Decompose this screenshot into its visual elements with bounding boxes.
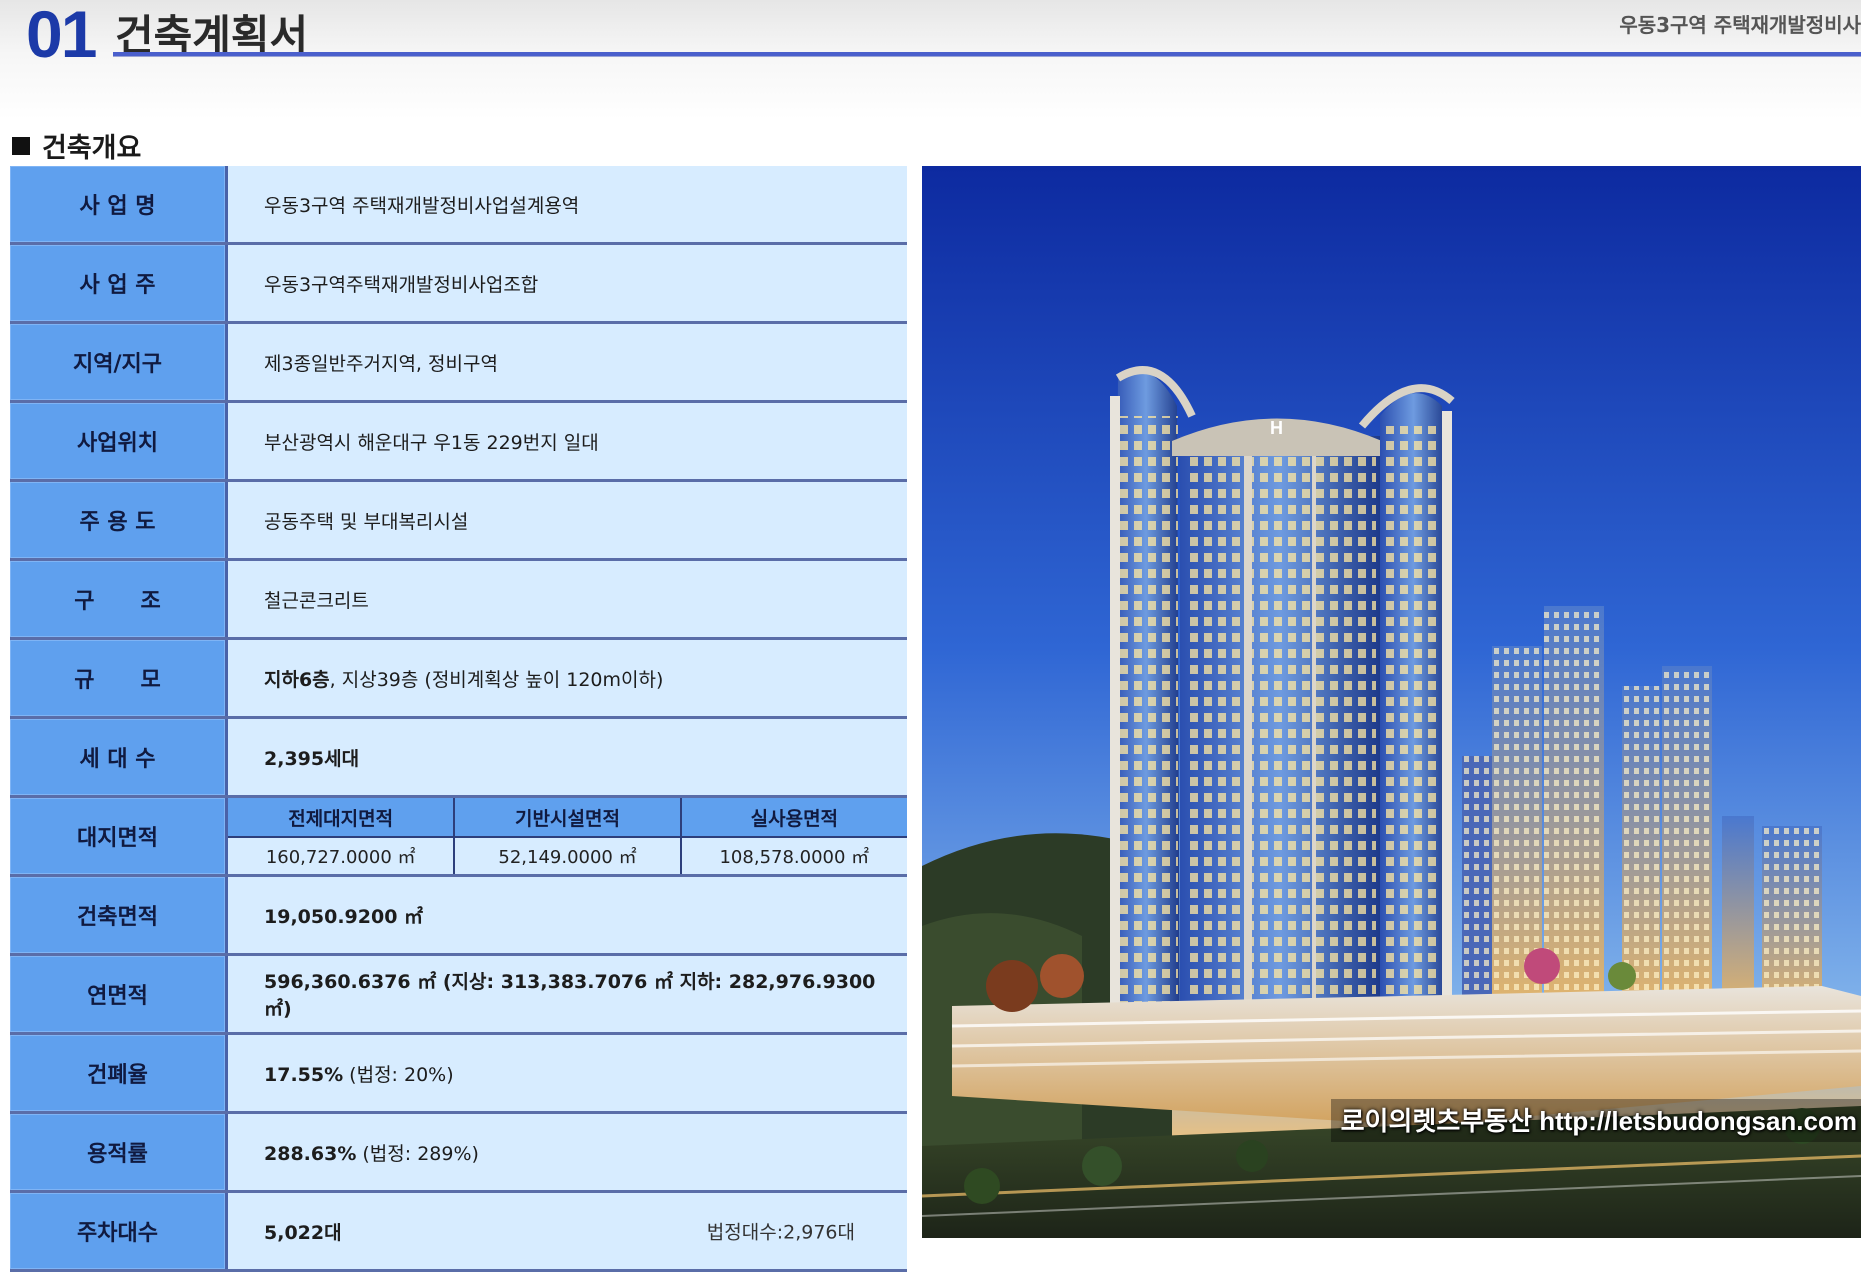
watermark-text: 로이의렛츠부동산 http://letsbudongsan.com: [1330, 1099, 1861, 1142]
table-row: 규 모 지하6층, 지상39층 (정비계획상 높이 120m이하): [10, 638, 907, 719]
table-row: 주차대수 5,022대 법정대수:2,976대: [10, 1191, 907, 1272]
project-name-header: 우동3구역 주택재개발정비사: [1619, 13, 1861, 37]
building-illustration: H: [922, 166, 1861, 1238]
legal-parking-note: 법정대수:2,976대: [706, 1221, 855, 1244]
site-area-row: 대지면적 전제대지면적 기반시설면적 실사용면적 160,727.0000 ㎡ …: [10, 796, 907, 877]
row-label: 용적률: [10, 1112, 228, 1193]
row-value-bold: 5,022대: [264, 1221, 342, 1244]
section-heading-text: 건축개요: [42, 133, 142, 164]
row-value-bold: 지하6층: [264, 668, 330, 691]
row-value: 5,022대 법정대수:2,976대: [226, 1191, 907, 1272]
building-sign: H: [1270, 418, 1283, 438]
row-label: 대지면적: [10, 796, 228, 877]
row-value-rest: (법정: 289%): [356, 1142, 479, 1165]
site-area-subtable: 전제대지면적 기반시설면적 실사용면적 160,727.0000 ㎡ 52,14…: [228, 798, 907, 874]
table-row: 주 용 도 공동주택 및 부대복리시설: [10, 480, 907, 561]
row-value: 288.63% (법정: 289%): [226, 1112, 907, 1193]
subtable-header: 전제대지면적: [228, 798, 456, 838]
row-value: 17.55% (법정: 20%): [226, 1033, 907, 1114]
building-rendering-photo: H: [922, 166, 1861, 1238]
subtable-value: 160,727.0000 ㎡: [228, 837, 456, 874]
subtable-header: 실사용면적: [680, 798, 907, 838]
table-row: 건폐율 17.55% (법정: 20%): [10, 1033, 907, 1114]
row-value-bold: 288.63%: [264, 1142, 357, 1165]
table-row: 구 조 철근콘크리트: [10, 559, 907, 640]
row-value-bold: 596,360.6376 ㎡ (지상: 313,383.7076 ㎡ 지하: 2…: [264, 971, 876, 1020]
row-value: 공동주택 및 부대복리시설: [226, 480, 907, 561]
overview-table: 사 업 명 우동3구역 주택재개발정비사업설계용역 사 업 주 우동3구역주택재…: [10, 166, 907, 1272]
row-value: 철근콘크리트: [226, 559, 907, 640]
title-divider: [113, 52, 1861, 57]
row-label: 사 업 명: [10, 166, 228, 245]
square-bullet-icon: [12, 136, 30, 155]
subtable-header: 기반시설면적: [454, 798, 682, 838]
table-row: 세 대 수 2,395세대: [10, 717, 907, 798]
table-row: 건축면적 19,050.9200 ㎡: [10, 875, 907, 956]
table-row: 용적률 288.63% (법정: 289%): [10, 1112, 907, 1193]
row-value: 19,050.9200 ㎡: [226, 875, 907, 956]
row-label: 규 모: [10, 638, 228, 719]
table-row: 사 업 명 우동3구역 주택재개발정비사업설계용역: [10, 166, 907, 245]
row-label: 건축면적: [10, 875, 228, 956]
row-label: 사 업 주: [10, 243, 228, 324]
row-label: 사업위치: [10, 401, 228, 482]
subtable-value: 108,578.0000 ㎡: [680, 837, 907, 874]
row-value-bold: 19,050.9200 ㎡: [264, 905, 424, 928]
site-area-cell: 전제대지면적 기반시설면적 실사용면적 160,727.0000 ㎡ 52,14…: [226, 796, 907, 877]
table-row: 지역/지구 제3종일반주거지역, 정비구역: [10, 322, 907, 403]
row-value: 지하6층, 지상39층 (정비계획상 높이 120m이하): [226, 638, 907, 719]
subtable-value: 52,149.0000 ㎡: [454, 837, 682, 874]
row-label: 주 용 도: [10, 480, 228, 561]
row-label: 세 대 수: [10, 717, 228, 798]
row-value-rest: , 지상39층 (정비계획상 높이 120m이하): [329, 668, 664, 691]
row-value-bold: 17.55%: [264, 1063, 344, 1086]
row-label: 건폐율: [10, 1033, 228, 1114]
row-label: 연면적: [10, 954, 228, 1035]
row-value-rest: (법정: 20%): [343, 1063, 454, 1086]
row-value: 우동3구역주택재개발정비사업조합: [226, 243, 907, 324]
table-row: 사 업 주 우동3구역주택재개발정비사업조합: [10, 243, 907, 324]
row-label: 구 조: [10, 559, 228, 640]
row-value: 2,395세대: [226, 717, 907, 798]
row-value: 우동3구역 주택재개발정비사업설계용역: [226, 166, 907, 245]
row-value-bold: 2,395세대: [264, 747, 360, 770]
table-row: 사업위치 부산광역시 해운대구 우1동 229번지 일대: [10, 401, 907, 482]
row-label: 지역/지구: [10, 322, 228, 403]
subtable-value-row: 160,727.0000 ㎡ 52,149.0000 ㎡ 108,578.000…: [228, 837, 907, 874]
table-row: 연면적 596,360.6376 ㎡ (지상: 313,383.7076 ㎡ 지…: [10, 954, 907, 1035]
row-value: 부산광역시 해운대구 우1동 229번지 일대: [226, 401, 907, 482]
subtable-header-row: 전제대지면적 기반시설면적 실사용면적: [228, 798, 907, 838]
row-value: 제3종일반주거지역, 정비구역: [226, 322, 907, 403]
page-number: 01: [26, 0, 97, 71]
section-heading: 건축개요: [12, 126, 141, 165]
row-value: 596,360.6376 ㎡ (지상: 313,383.7076 ㎡ 지하: 2…: [226, 954, 907, 1035]
row-label: 주차대수: [10, 1191, 228, 1272]
